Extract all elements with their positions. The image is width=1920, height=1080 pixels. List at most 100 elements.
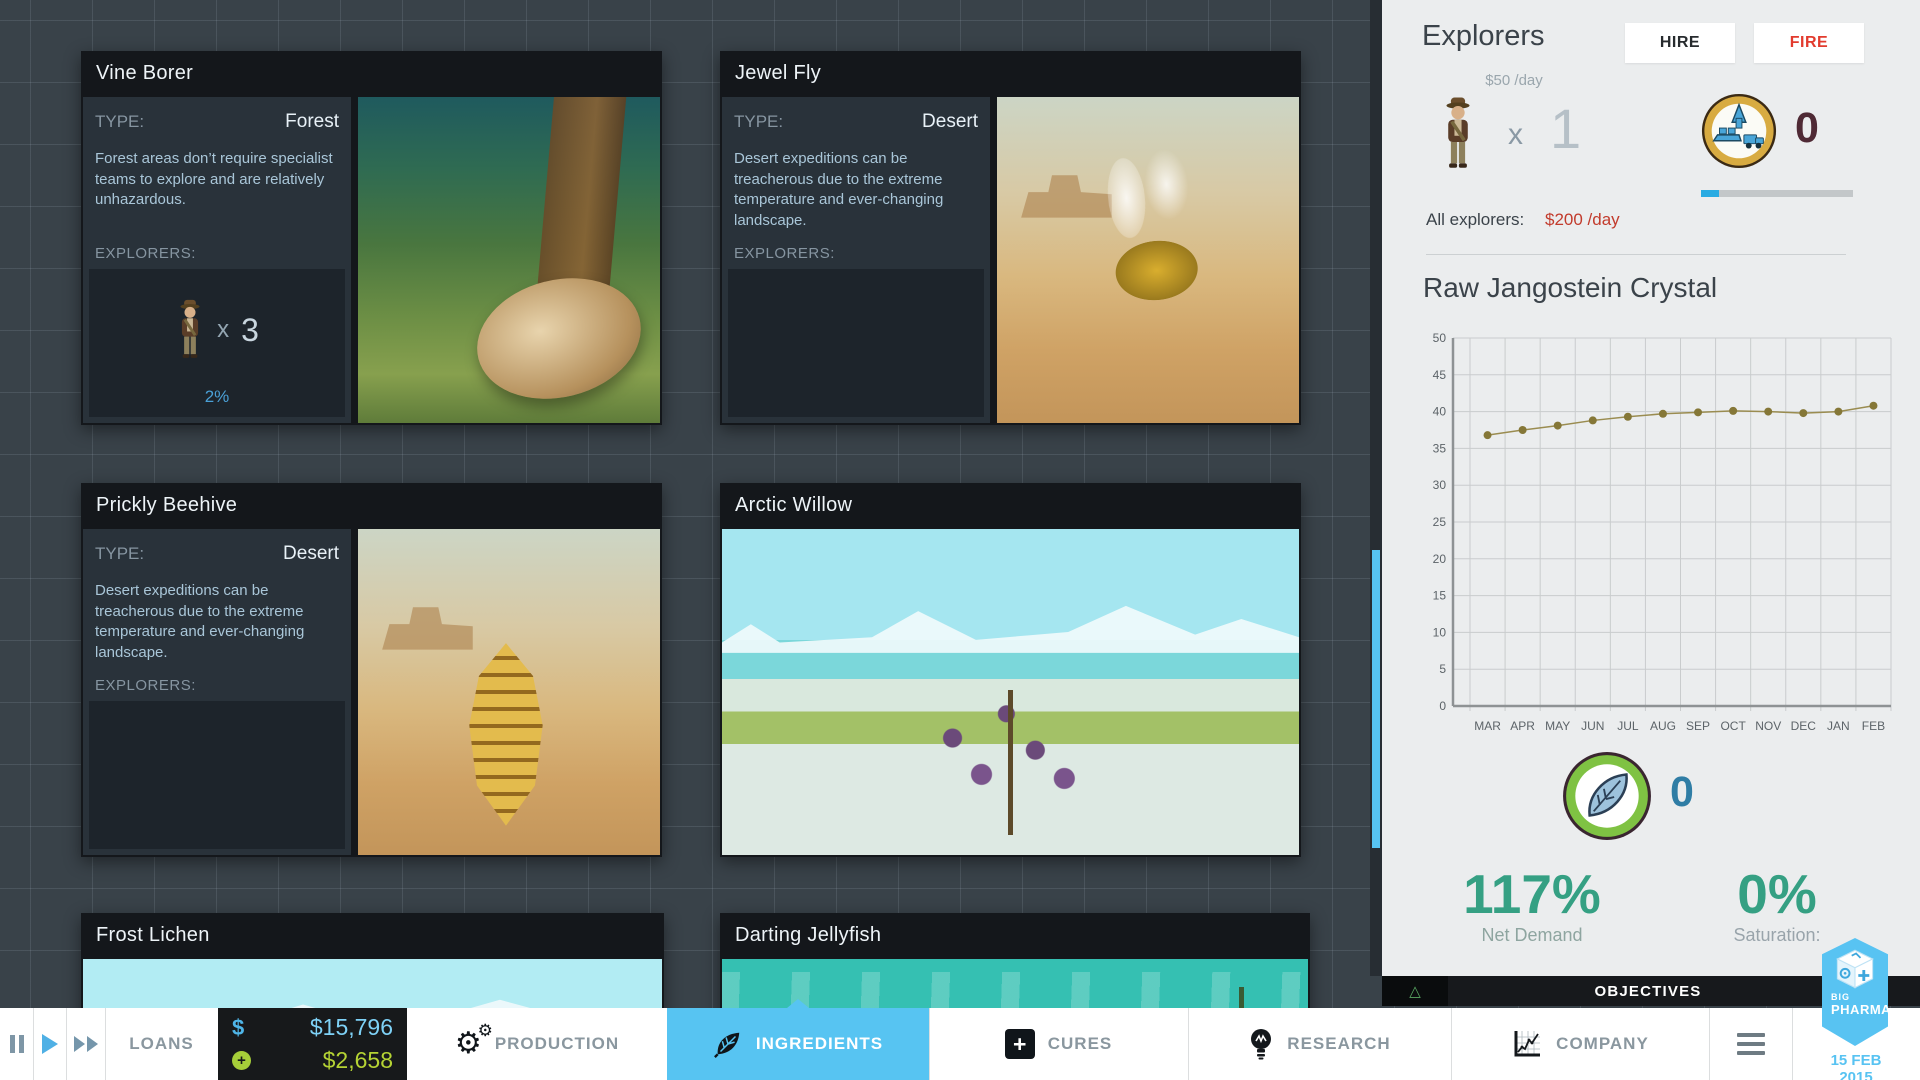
hire-button[interactable]: HIRE bbox=[1625, 23, 1735, 63]
crystal-chart: 05101520253035404550MARAPRMAYJUNJULAUGSE… bbox=[1423, 330, 1893, 742]
willow-tree-art bbox=[907, 633, 1115, 835]
svg-text:50: 50 bbox=[1433, 331, 1447, 345]
type-label: TYPE: bbox=[95, 112, 144, 132]
card-title: Arctic Willow bbox=[720, 483, 1301, 527]
tab-ingredients[interactable]: INGREDIENTS bbox=[667, 1008, 929, 1080]
objectives-toggle[interactable]: △ bbox=[1382, 976, 1448, 1006]
svg-text:5: 5 bbox=[1439, 662, 1446, 676]
explorers-sidebar: Explorers HIRE FIRE $50 /day x 1 0 bbox=[1382, 0, 1920, 976]
beehive-art bbox=[458, 643, 555, 826]
svg-text:0: 0 bbox=[1439, 699, 1446, 713]
transport-count: 0 bbox=[1795, 104, 1819, 153]
company-label: COMPANY bbox=[1556, 1034, 1649, 1054]
tab-research[interactable]: RESEARCH bbox=[1188, 1008, 1451, 1080]
active-tab-notch bbox=[787, 999, 809, 1008]
svg-text:OCT: OCT bbox=[1720, 719, 1746, 733]
mesa-art bbox=[382, 607, 473, 649]
type-label: TYPE: bbox=[95, 544, 144, 564]
fast-forward-button[interactable] bbox=[66, 1008, 105, 1080]
svg-text:35: 35 bbox=[1433, 441, 1447, 455]
menu-button[interactable] bbox=[1709, 1008, 1792, 1080]
svg-text:MAR: MAR bbox=[1474, 719, 1501, 733]
svg-text:45: 45 bbox=[1433, 368, 1447, 382]
explorer-count: 3 bbox=[241, 312, 259, 349]
ingredient-card-prickly-beehive[interactable]: Prickly Beehive TYPE: Desert Desert expe… bbox=[81, 483, 662, 857]
svg-text:AUG: AUG bbox=[1650, 719, 1676, 733]
fast-forward-icon bbox=[74, 1036, 98, 1052]
objectives-label: OBJECTIVES bbox=[1448, 983, 1848, 1000]
svg-text:APR: APR bbox=[1510, 719, 1535, 733]
svg-text:MAY: MAY bbox=[1545, 719, 1570, 733]
card-description: Desert expeditions can be treacherous du… bbox=[734, 149, 978, 232]
svg-text:FEB: FEB bbox=[1862, 719, 1885, 733]
desert-scene-image bbox=[997, 97, 1299, 423]
explorers-slot[interactable] bbox=[728, 269, 984, 417]
content-scrollbar-track[interactable] bbox=[1370, 0, 1382, 976]
triangle-up-icon: △ bbox=[1409, 982, 1421, 1000]
logo-cube-icon bbox=[1833, 948, 1877, 992]
loans-button[interactable]: LOANS bbox=[105, 1008, 218, 1080]
card-description: Forest areas don’t require specialist te… bbox=[95, 149, 339, 211]
transport-progress-fill bbox=[1701, 190, 1719, 197]
svg-text:10: 10 bbox=[1433, 625, 1447, 639]
explorers-slot[interactable]: x 3 2% bbox=[89, 269, 345, 417]
chart-title: Raw Jangostein Crystal bbox=[1423, 272, 1717, 304]
tab-company[interactable]: COMPANY bbox=[1451, 1008, 1709, 1080]
explorers-slot[interactable] bbox=[89, 701, 345, 849]
jewel-fly-insect-art bbox=[1046, 120, 1257, 373]
divider bbox=[1426, 254, 1846, 255]
svg-text:JUL: JUL bbox=[1617, 719, 1639, 733]
card-title: Prickly Beehive bbox=[81, 483, 662, 527]
explorers-panel-title: Explorers bbox=[1422, 20, 1545, 53]
ingredient-card-jewel-fly[interactable]: Jewel Fly TYPE: Desert Desert expedition… bbox=[720, 51, 1301, 425]
arctic-scene-image bbox=[722, 529, 1299, 855]
play-button[interactable] bbox=[33, 1008, 66, 1080]
ingredient-card-arctic-willow[interactable]: Arctic Willow bbox=[720, 483, 1301, 857]
fire-button[interactable]: FIRE bbox=[1754, 23, 1864, 63]
bottom-toolbar: LOANS $ $15,796 + $2,658 ⚙⚙ PRODUCTION bbox=[0, 1008, 1920, 1080]
exploration-progress: 2% bbox=[89, 387, 345, 407]
line-chart-icon bbox=[1511, 1028, 1543, 1060]
leaf-icon bbox=[713, 1029, 743, 1059]
ingredient-card-vine-borer[interactable]: Vine Borer TYPE: Forest Forest areas don… bbox=[81, 51, 662, 425]
ingredient-leaf-icon bbox=[1561, 750, 1653, 847]
hamburger-icon bbox=[1737, 1033, 1765, 1055]
cures-label: CURES bbox=[1048, 1034, 1113, 1054]
logo-text-pharma: PHARMA bbox=[1831, 1002, 1879, 1017]
dollar-icon: $ bbox=[232, 1015, 244, 1041]
multiplier-sign: x bbox=[217, 316, 229, 344]
pause-icon bbox=[10, 1035, 24, 1053]
card-title-text: Prickly Beehive bbox=[96, 494, 237, 517]
big-pharma-logo: BIG PHARMA bbox=[1822, 938, 1888, 1046]
tab-cures[interactable]: + CURES bbox=[929, 1008, 1188, 1080]
forest-scene-image bbox=[358, 97, 660, 423]
ingredients-label: INGREDIENTS bbox=[756, 1034, 883, 1054]
all-explorers-cost: $200 /day bbox=[1545, 210, 1620, 230]
explorer-icon bbox=[175, 297, 205, 363]
content-scrollbar-thumb[interactable] bbox=[1372, 550, 1380, 848]
card-info-panel: TYPE: Desert Desert expeditions can be t… bbox=[83, 529, 351, 855]
svg-text:25: 25 bbox=[1433, 515, 1447, 529]
saturation-value: 0% bbox=[1712, 862, 1842, 926]
vine-borer-insect-art bbox=[464, 261, 654, 415]
svg-text:DEC: DEC bbox=[1791, 719, 1817, 733]
svg-text:15: 15 bbox=[1433, 589, 1447, 603]
profit-plus-icon: + bbox=[232, 1051, 251, 1070]
all-explorers-label: All explorers: bbox=[1426, 210, 1524, 230]
pause-button[interactable] bbox=[0, 1008, 33, 1080]
transport-icon bbox=[1700, 92, 1778, 175]
stock-count: 0 bbox=[1670, 768, 1694, 817]
cash-balance: $15,796 bbox=[310, 1014, 393, 1041]
transport-progress bbox=[1701, 190, 1853, 197]
card-title: Vine Borer bbox=[81, 51, 662, 95]
card-title: Jewel Fly bbox=[720, 51, 1301, 95]
card-title: Frost Lichen bbox=[81, 913, 664, 957]
type-label: TYPE: bbox=[734, 112, 783, 132]
svg-text:JUN: JUN bbox=[1581, 719, 1604, 733]
card-title-text: Darting Jellyfish bbox=[735, 924, 881, 947]
loans-label: LOANS bbox=[129, 1034, 194, 1054]
net-demand-value: 117% bbox=[1442, 862, 1622, 926]
saturation-label: Saturation: bbox=[1712, 925, 1842, 946]
tab-production[interactable]: ⚙⚙ PRODUCTION bbox=[407, 1008, 667, 1080]
explorer-daily-rate: $50 /day bbox=[1444, 72, 1584, 89]
